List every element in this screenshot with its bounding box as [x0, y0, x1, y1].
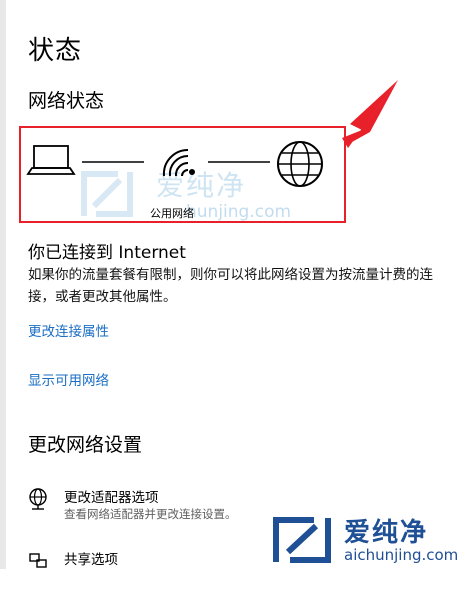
wifi-icon: [162, 148, 195, 177]
network-status-heading: 网络状态: [28, 90, 105, 112]
annotation-arrow-icon: [342, 80, 398, 148]
change-connection-properties-link[interactable]: 更改连接属性: [28, 320, 109, 340]
connected-description: 如果你的流量套餐有限制，则你可以将此网络设置为按流量计费的连接，或者更改其他属性…: [28, 267, 433, 305]
left-scroll-strip: [0, 0, 6, 569]
page-title: 状态: [28, 36, 83, 66]
globe-adapter-icon: [29, 488, 47, 510]
change-adapter-options[interactable]: 更改适配器选项 查看网络适配器并更改连接设置。: [28, 484, 448, 528]
sharing-options-title: 共享选项: [64, 552, 118, 568]
laptop-icon: [26, 145, 76, 175]
show-available-networks-link[interactable]: 显示可用网络: [28, 369, 109, 389]
network-diagram: [26, 141, 323, 187]
network-type-label: 公用网络: [150, 207, 194, 220]
adapter-options-description: 查看网络适配器并更改连接设置。: [64, 507, 237, 521]
globe-icon: [277, 141, 323, 187]
adapter-options-title: 更改适配器选项: [64, 490, 159, 506]
sharing-options[interactable]: 共享选项: [28, 546, 448, 590]
change-network-settings-heading: 更改网络设置: [28, 434, 143, 456]
connected-title: 你已连接到 Internet: [28, 243, 186, 263]
